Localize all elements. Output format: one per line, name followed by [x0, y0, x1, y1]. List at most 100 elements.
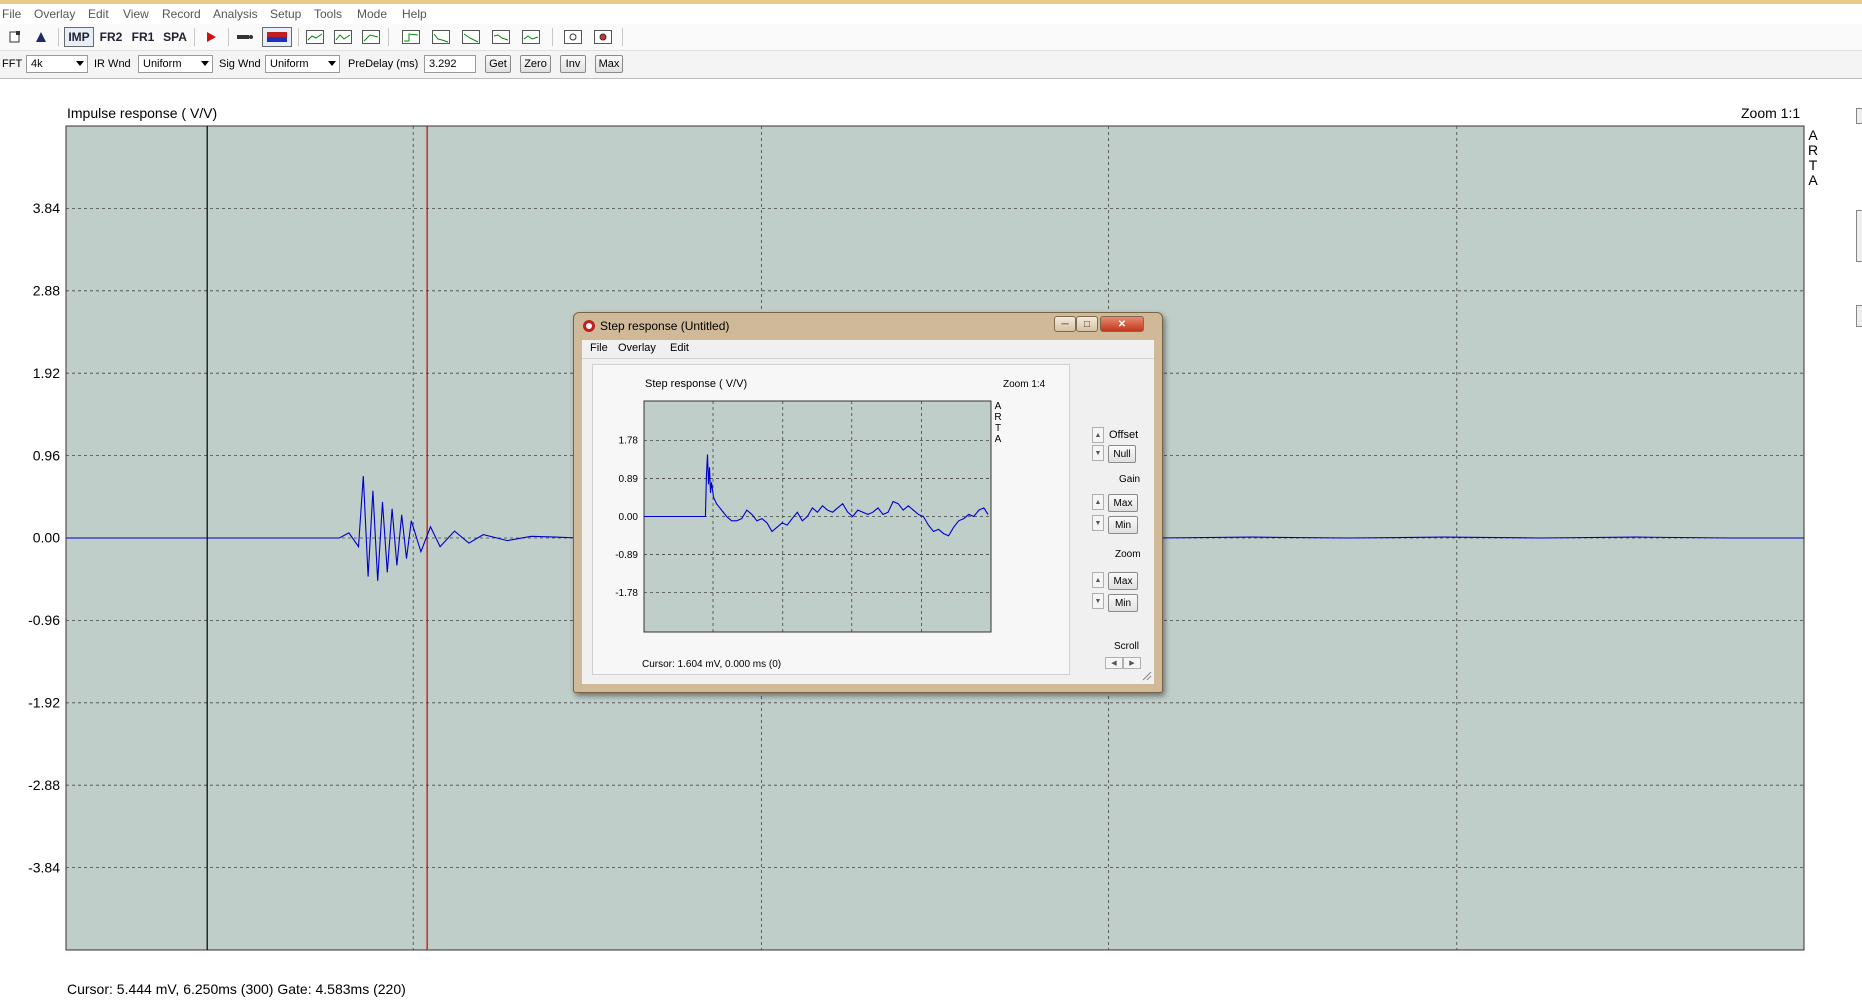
sft-chart-icon[interactable] [358, 27, 384, 47]
zoom-indicator: Zoom 1:1 [1741, 105, 1801, 121]
ir-window-select[interactable]: Uniform [138, 55, 213, 73]
toolbar-separator [228, 28, 229, 46]
toolbar-separator [194, 28, 195, 46]
gain-up-button[interactable]: ▲ [1092, 494, 1104, 510]
y-tick-label: 1.92 [33, 365, 60, 381]
record-play-icon[interactable] [198, 27, 224, 47]
ir-wnd-label: IR Wnd [94, 58, 131, 70]
child-menu-overlay[interactable]: Overlay [618, 342, 656, 354]
maximize-button[interactable]: □ [1076, 316, 1098, 332]
x-tick-label: 17.79 [744, 959, 779, 960]
get-button[interactable]: Get [485, 55, 511, 73]
edge-scroll-marker[interactable] [1856, 210, 1862, 262]
y-tick-label: -0.89 [615, 550, 638, 561]
offset-null-button[interactable]: Null [1108, 445, 1136, 463]
toolbar: IMP FR2 FR1 SPA [0, 24, 1862, 51]
edge-scroll-marker[interactable] [1856, 108, 1862, 124]
y-tick-label: -1.78 [615, 588, 638, 599]
menu-tools[interactable]: Tools [314, 7, 342, 21]
gain-max-button[interactable]: Max [1108, 494, 1138, 512]
plot-title: Impulse response ( V/V) [67, 105, 218, 121]
x-tick-label: 3.31 [52, 959, 79, 960]
chevron-right-icon: ▶ [1129, 660, 1135, 667]
zoom-up-button[interactable]: ▲ [1092, 572, 1104, 588]
y-tick-label: 1.78 [619, 436, 639, 447]
arta-app-icon [583, 320, 595, 332]
close-button[interactable]: ✕ [1100, 316, 1144, 332]
x-axis-unit: ms [1785, 959, 1804, 960]
zoom-down-button[interactable]: ▼ [1092, 593, 1104, 609]
chevron-up-icon: ▲ [1094, 498, 1102, 506]
rev-chart-icon[interactable] [458, 27, 484, 47]
x-tick-label: 25.02 [1091, 959, 1126, 960]
dual-fr-chart-icon[interactable] [330, 27, 356, 47]
toolbar-separator [58, 28, 59, 46]
generator-icon[interactable] [232, 27, 258, 47]
inv-button[interactable]: Inv [560, 55, 586, 73]
step-plot-panel: Step response ( V/V) Zoom 1:4 A R T A 1.… [592, 364, 1070, 675]
child-menu-file[interactable]: File [590, 342, 608, 354]
child-title-bar[interactable]: Step response (Untitled) [582, 319, 729, 333]
menu-setup[interactable]: Setup [270, 7, 301, 21]
y-tick-label: 0.00 [619, 512, 639, 523]
child-menu-edit[interactable]: Edit [670, 342, 689, 354]
offset-up-button[interactable]: ▲ [1092, 427, 1104, 443]
y-tick-label: -2.88 [28, 777, 60, 793]
step-cursor-readout: Cursor: 1.604 mV, 0.000 ms (0) [642, 659, 782, 670]
chevron-down-icon: ▼ [1094, 449, 1102, 457]
y-tick-label: 2.88 [33, 282, 60, 298]
scroll-right-button[interactable]: ▶ [1123, 657, 1141, 669]
y-tick-label: 0.00 [33, 530, 60, 546]
step-response-window[interactable]: Step response (Untitled) ─ □ ✕ File Over… [573, 312, 1163, 693]
signal-window-value: Uniform [270, 58, 309, 70]
menu-help[interactable]: Help [402, 7, 427, 21]
step-plot-title: Step response ( V/V) [645, 378, 748, 390]
level-meter-icon[interactable] [262, 27, 292, 47]
chevron-down-icon [76, 61, 84, 66]
toolbar-separator [552, 28, 553, 46]
minimize-button[interactable]: ─ [1054, 316, 1076, 332]
max-button[interactable]: Max [595, 55, 623, 73]
fr1-mode-button[interactable]: FR1 [128, 27, 158, 47]
step-response-icon[interactable] [398, 27, 424, 47]
burst-decay-icon[interactable] [518, 27, 544, 47]
x-axis-ticks: 3.31 10.54 17.79 25.02 32.27 [52, 959, 1474, 960]
gain-min-button[interactable]: Min [1108, 516, 1138, 534]
gain-down-button[interactable]: ▼ [1092, 515, 1104, 531]
scroll-left-button[interactable]: ◀ [1105, 657, 1123, 669]
open-file-icon[interactable] [28, 27, 54, 47]
etc-chart-icon[interactable] [428, 27, 454, 47]
predelay-label: PreDelay (ms) [348, 58, 419, 70]
spa-mode-button[interactable]: SPA [160, 27, 190, 47]
zoom-max-button[interactable]: Max [1108, 572, 1138, 590]
chevron-down-icon: ▼ [1094, 519, 1102, 527]
cumulative-spectrum-icon[interactable] [488, 27, 514, 47]
menu-mode[interactable]: Mode [357, 7, 387, 21]
predelay-input[interactable]: 3.292 [424, 55, 476, 73]
fr-chart-icon[interactable] [302, 27, 328, 47]
menu-analysis[interactable]: Analysis [213, 7, 258, 21]
sti-icon[interactable] [560, 27, 586, 47]
y-tick-label: 0.96 [33, 447, 60, 463]
edge-scroll-marker[interactable] [1856, 305, 1862, 327]
new-file-icon[interactable] [2, 27, 28, 47]
step-response-chart[interactable]: 1.780.890.00-0.89-1.78 3.3110.1517.0623.… [593, 399, 1069, 639]
rasti-icon[interactable] [590, 27, 616, 47]
menu-overlay[interactable]: Overlay [34, 7, 75, 21]
chevron-down-icon [201, 61, 209, 66]
menu-record[interactable]: Record [162, 7, 201, 21]
chevron-left-icon: ◀ [1111, 660, 1117, 667]
signal-window-select[interactable]: Uniform [265, 55, 340, 73]
maximize-icon: □ [1083, 318, 1091, 330]
zoom-min-button[interactable]: Min [1108, 594, 1138, 612]
menu-edit[interactable]: Edit [88, 7, 109, 21]
menu-file[interactable]: File [2, 7, 21, 21]
fft-size-select[interactable]: 4k [26, 55, 88, 73]
offset-down-button[interactable]: ▼ [1092, 445, 1104, 461]
imp-mode-button[interactable]: IMP [64, 27, 94, 47]
ir-window-value: Uniform [143, 58, 182, 70]
zero-button[interactable]: Zero [520, 55, 551, 73]
menu-view[interactable]: View [123, 7, 149, 21]
resize-grip-icon[interactable] [1142, 671, 1152, 681]
fr2-mode-button[interactable]: FR2 [96, 27, 126, 47]
